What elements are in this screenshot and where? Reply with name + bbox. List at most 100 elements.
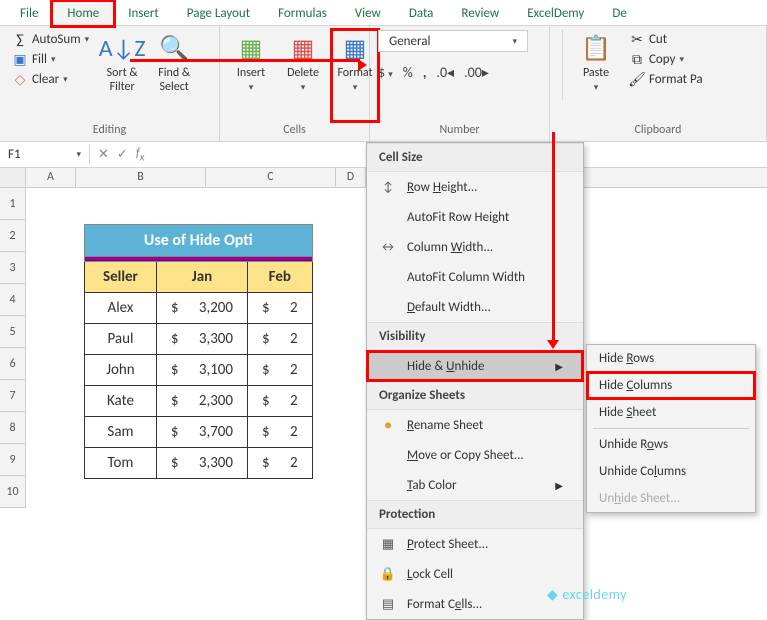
cell-jan[interactable]: $ 3,700	[156, 417, 247, 448]
fill-button[interactable]: ▣Fill ▾	[8, 50, 93, 68]
chevron-down-icon: ▾	[249, 82, 254, 93]
insert-button[interactable]: ▦Insert▾	[228, 30, 274, 121]
tab-insert[interactable]: Insert	[114, 2, 173, 25]
tab-home[interactable]: Home	[52, 1, 114, 26]
cut-button[interactable]: ✂Cut	[625, 30, 707, 48]
increase-decimal-button[interactable]: .0◂	[436, 64, 454, 81]
chevron-down-icon: ▾	[679, 54, 684, 65]
menu-autofit-col[interactable]: AutoFit Column Width	[367, 262, 583, 292]
menu-default-width[interactable]: Default Width...	[367, 292, 583, 322]
col-jan: Jan	[156, 262, 247, 293]
fx-icon[interactable]: fx	[136, 146, 145, 164]
enter-icon[interactable]: ✓	[117, 147, 128, 162]
number-format-dropdown[interactable]: General▾	[378, 30, 528, 52]
row-header[interactable]: 1	[0, 188, 26, 220]
tab-data[interactable]: Data	[395, 2, 448, 25]
comma-button[interactable]: ,	[423, 64, 427, 81]
cell-seller[interactable]: John	[85, 355, 157, 386]
tab-exceldemy[interactable]: ExcelDemy	[513, 2, 598, 25]
col-header-a[interactable]: A	[26, 168, 76, 187]
menu-rename-sheet[interactable]: ●Rename Sheet	[367, 410, 583, 440]
tab-view[interactable]: View	[341, 2, 395, 25]
accounting-button[interactable]: $ ▾	[378, 64, 393, 81]
group-editing-label: Editing	[8, 121, 211, 139]
eraser-icon: ◇	[12, 71, 28, 87]
cell-jan[interactable]: $ 3,300	[156, 324, 247, 355]
menu-hide-sheet[interactable]: Hide Sheet	[587, 399, 755, 426]
col-header-c[interactable]: C	[206, 168, 336, 187]
watermark: ◆exceldemy	[547, 586, 627, 603]
cell-jan[interactable]: $ 3,100	[156, 355, 247, 386]
cell-seller[interactable]: Paul	[85, 324, 157, 355]
chevron-right-icon: ▶	[555, 360, 563, 373]
cell-jan[interactable]: $ 2,300	[156, 386, 247, 417]
name-box[interactable]: F1▾	[0, 144, 90, 165]
menu-unhide-columns[interactable]: Unhide Columns	[587, 458, 755, 485]
cell-seller[interactable]: Alex	[85, 293, 157, 324]
row-header[interactable]: 6	[0, 348, 26, 380]
menu-hide-columns[interactable]: Hide Columns	[587, 372, 755, 399]
tab-more[interactable]: De	[598, 2, 640, 25]
menu-move-copy[interactable]: Move or Copy Sheet...	[367, 440, 583, 470]
menu-hide-unhide[interactable]: Hide & Unhide▶	[367, 351, 583, 381]
tab-page-layout[interactable]: Page Layout	[173, 2, 264, 25]
autosum-button[interactable]: ∑AutoSum ▾	[8, 30, 93, 48]
menu-row-height[interactable]: ↕Row Height...	[367, 172, 583, 202]
delete-button[interactable]: ▦Delete▾	[280, 30, 326, 121]
menu-column-width[interactable]: ↔Column Width...	[367, 232, 583, 262]
chevron-down-icon: ▾	[512, 36, 517, 47]
chevron-down-icon: ▾	[85, 34, 90, 45]
copy-button[interactable]: ⧉Copy ▾	[625, 50, 707, 68]
row-header[interactable]: 2	[0, 220, 26, 252]
chevron-down-icon: ▾	[301, 82, 306, 93]
cell-seller[interactable]: Tom	[85, 448, 157, 479]
tab-file[interactable]: File	[6, 2, 52, 25]
find-select-button[interactable]: 🔍Find & Select	[151, 30, 197, 121]
cell-feb[interactable]: $ 2	[248, 386, 313, 417]
cell-feb[interactable]: $ 2	[248, 355, 313, 386]
annotation-line	[130, 59, 360, 62]
row-header[interactable]: 3	[0, 252, 26, 284]
tab-review[interactable]: Review	[447, 2, 513, 25]
percent-button[interactable]: %	[403, 64, 413, 81]
menu-unhide-rows[interactable]: Unhide Rows	[587, 431, 755, 458]
chevron-down-icon: ▾	[63, 74, 68, 85]
cell-feb[interactable]: $ 2	[248, 448, 313, 479]
table-title: Use of Hide Opti	[85, 225, 313, 257]
col-header-d[interactable]: D	[336, 168, 366, 187]
sigma-icon: ∑	[12, 31, 28, 47]
chevron-down-icon: ▾	[51, 54, 56, 65]
col-header-b[interactable]: B	[76, 168, 206, 187]
row-header[interactable]: 7	[0, 380, 26, 412]
cell-jan[interactable]: $ 3,200	[156, 293, 247, 324]
annotation-arrow-icon	[547, 340, 559, 349]
col-seller: Seller	[85, 262, 157, 293]
tab-formulas[interactable]: Formulas	[264, 2, 341, 25]
select-all-corner[interactable]	[0, 168, 26, 187]
cell-seller[interactable]: Sam	[85, 417, 157, 448]
decrease-decimal-button[interactable]: .00▸	[464, 64, 489, 81]
row-header[interactable]: 5	[0, 316, 26, 348]
menu-tab-color[interactable]: Tab Color▶	[367, 470, 583, 500]
menu-autofit-row[interactable]: AutoFit Row Height	[367, 202, 583, 232]
paint-brush-icon: 🖌	[629, 71, 645, 87]
cell-feb[interactable]: $ 2	[248, 293, 313, 324]
cell-jan[interactable]: $ 3,300	[156, 448, 247, 479]
clear-button[interactable]: ◇Clear ▾	[8, 70, 93, 88]
sort-filter-button[interactable]: A↓ZSort & Filter	[99, 30, 145, 121]
row-header[interactable]: 10	[0, 476, 26, 508]
cell-seller[interactable]: Kate	[85, 386, 157, 417]
menu-lock-cell[interactable]: 🔒Lock Cell	[367, 559, 583, 589]
paste-button[interactable]: 📋Paste▾	[573, 30, 619, 121]
row-header[interactable]: 8	[0, 412, 26, 444]
menu-hide-rows[interactable]: Hide Rows	[587, 345, 755, 372]
paste-icon: 📋	[580, 32, 612, 64]
cell-feb[interactable]: $ 2	[248, 417, 313, 448]
menu-protect-sheet[interactable]: ▦Protect Sheet...	[367, 529, 583, 559]
row-header[interactable]: 4	[0, 284, 26, 316]
cell-feb[interactable]: $ 2	[248, 324, 313, 355]
format-painter-button[interactable]: 🖌Format Pa	[625, 70, 707, 88]
row-header[interactable]: 9	[0, 444, 26, 476]
cancel-icon[interactable]: ✕	[98, 147, 109, 162]
group-number: General▾ $ ▾ % , .0◂ .00▸ Number	[370, 26, 550, 141]
